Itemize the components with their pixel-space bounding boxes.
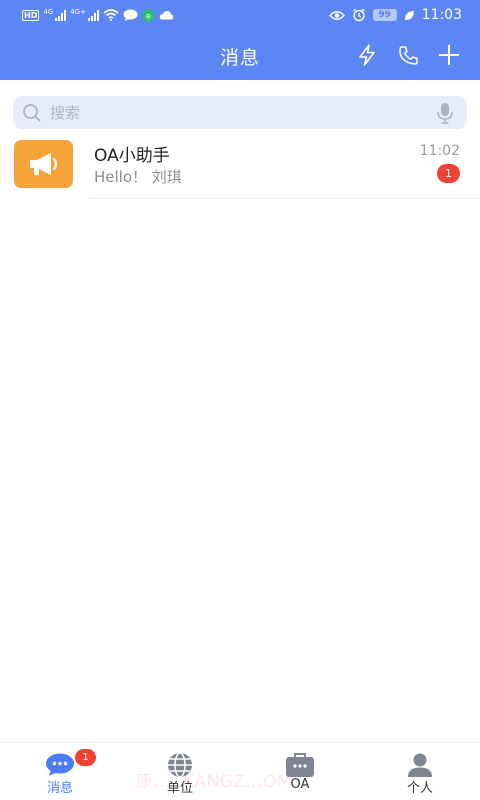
network-type-label-2: 4G+ xyxy=(70,8,86,16)
nav-label-organization: 单位 xyxy=(166,781,193,796)
status-time: 11:03 xyxy=(421,7,462,23)
message-notification-icon xyxy=(123,9,138,21)
search-input[interactable] xyxy=(50,99,410,126)
conversation-item[interactable]: OA小助手 Hello！ 刘琪 11:02 1 xyxy=(0,134,480,199)
briefcase-icon xyxy=(286,753,314,777)
title-bar: 消息 xyxy=(0,30,480,80)
phone-button[interactable] xyxy=(395,42,421,68)
conversation-time: 11:02 xyxy=(419,143,460,159)
nav-item-oa[interactable]: OA xyxy=(240,743,360,800)
nav-icon-wrap-oa xyxy=(285,752,315,778)
eye-comfort-icon xyxy=(328,10,345,20)
microphone-icon[interactable] xyxy=(436,102,454,124)
battery-indicator: 99 xyxy=(372,9,397,21)
alarm-icon xyxy=(352,8,365,22)
megaphone-icon xyxy=(29,153,57,175)
app-header: HD 4G 4G+ e 99 11:03 消息 xyxy=(0,0,480,80)
nav-label-messages: 消息 xyxy=(46,781,73,796)
status-bar-right: 99 11:03 xyxy=(328,6,462,24)
unread-badge: 1 xyxy=(437,164,460,183)
nav-item-organization[interactable]: 单位 xyxy=(120,743,240,800)
lightning-button[interactable] xyxy=(354,42,380,68)
globe-icon xyxy=(168,752,192,778)
search-bar[interactable] xyxy=(13,96,467,129)
nav-icon-wrap-profile xyxy=(405,752,435,778)
bottom-navigation: 1 消息 单位 OA 个人 xyxy=(0,742,480,800)
nav-label-oa: OA xyxy=(290,777,310,792)
search-icon xyxy=(23,103,41,122)
svg-text:e: e xyxy=(146,11,151,20)
divider xyxy=(90,198,480,199)
lightning-icon xyxy=(359,44,375,66)
nav-badge: 1 xyxy=(75,749,96,766)
hd-badge: HD xyxy=(22,9,40,21)
nav-label-profile: 个人 xyxy=(406,781,433,796)
chat-bubble-icon xyxy=(46,753,74,776)
conversation-avatar xyxy=(14,140,73,188)
cloud-icon xyxy=(159,11,174,20)
wifi-icon xyxy=(103,9,119,21)
nav-item-messages[interactable]: 1 消息 xyxy=(0,743,120,800)
conversation-name: OA小助手 xyxy=(94,146,170,166)
conversation-preview: Hello！ 刘琪 xyxy=(94,168,182,186)
plus-icon xyxy=(439,45,459,65)
nav-icon-wrap-organization xyxy=(165,752,195,778)
phone-icon xyxy=(398,45,418,65)
nav-icon-wrap-messages xyxy=(45,752,75,778)
nav-item-profile[interactable]: 个人 xyxy=(360,743,480,800)
add-button[interactable] xyxy=(436,42,462,68)
leaf-icon xyxy=(404,10,414,20)
status-bar: HD 4G 4G+ e 99 11:03 xyxy=(0,0,480,30)
status-bar-left: HD 4G 4G+ e xyxy=(22,7,174,23)
cellular-signal-2-icon: 4G+ xyxy=(70,9,99,21)
cellular-signal-icon: 4G xyxy=(43,8,67,21)
network-type-label: 4G xyxy=(43,8,54,16)
app-notification-icon: e xyxy=(142,9,155,21)
person-icon xyxy=(408,753,432,777)
